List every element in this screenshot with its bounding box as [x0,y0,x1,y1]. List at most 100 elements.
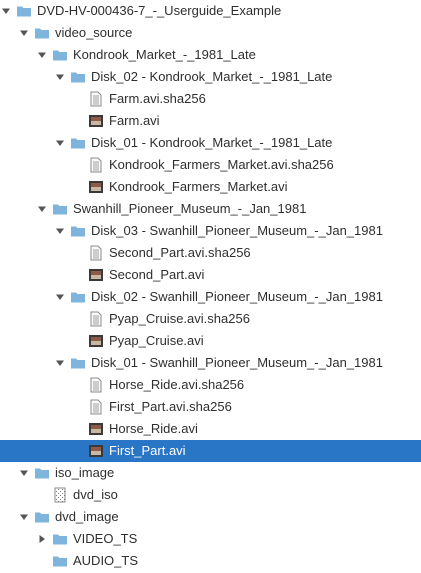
expander-arrow-down-icon[interactable] [54,66,66,88]
tree-item-label: DVD-HV-000436-7_-_Userguide_Example [37,3,282,18]
tree-item-label: Disk_02 - Kondrook_Market_-_1981_Late [91,69,333,84]
expander-arrow-down-icon[interactable] [54,220,66,242]
tree-file-row[interactable]: Second_Part.avi [0,264,421,286]
expander-arrow-right-icon[interactable] [36,528,48,550]
tree-folder-row[interactable]: Disk_02 - Kondrook_Market_-_1981_Late [0,66,421,88]
tree-folder-row[interactable]: Disk_01 - Kondrook_Market_-_1981_Late [0,132,421,154]
expander-arrow-down-icon[interactable] [36,44,48,66]
tree-item-label: Farm.avi [109,113,160,128]
disk-image-icon [54,487,66,503]
tree-file-row[interactable]: Horse_Ride.avi.sha256 [0,374,421,396]
tree-item-label: Horse_Ride.avi.sha256 [109,377,245,392]
tree-folder-row[interactable]: Swanhill_Pioneer_Museum_-_Jan_1981 [0,198,421,220]
text-file-icon [90,377,102,393]
tree-item-label: dvd_image [55,509,119,524]
folder-icon [17,6,31,17]
tree-file-row[interactable]: Horse_Ride.avi [0,418,421,440]
tree-file-row[interactable]: Kondrook_Farmers_Market.avi.sha256 [0,154,421,176]
tree-file-row[interactable]: Farm.avi [0,110,421,132]
expander-arrow-down-icon[interactable] [54,132,66,154]
tree-folder-row[interactable]: Kondrook_Market_-_1981_Late [0,44,421,66]
tree-file-row[interactable]: dvd_iso [0,484,421,506]
tree-item-label: Second_Part.avi.sha256 [109,245,251,260]
tree-item-label: Disk_03 - Swanhill_Pioneer_Museum_-_Jan_… [91,223,383,238]
text-file-icon [90,399,102,415]
folder-icon [71,358,85,369]
expander-arrow-down-icon[interactable] [54,286,66,308]
tree-file-row[interactable]: Second_Part.avi.sha256 [0,242,421,264]
tree-file-row[interactable]: Pyap_Cruise.avi [0,330,421,352]
tree-file-row[interactable]: First_Part.avi.sha256 [0,396,421,418]
expander-arrow-down-icon[interactable] [36,198,48,220]
tree-item-label: First_Part.avi [109,443,186,458]
expander-arrow-down-icon[interactable] [18,22,30,44]
video-file-icon [89,335,103,347]
tree-item-label: VIDEO_TS [73,531,138,546]
text-file-icon [90,157,102,173]
tree-file-row[interactable]: Farm.avi.sha256 [0,88,421,110]
tree-item-label: Kondrook_Market_-_1981_Late [73,47,256,62]
video-file-icon [89,115,103,127]
folder-icon [35,28,49,39]
tree-item-label: Swanhill_Pioneer_Museum_-_Jan_1981 [73,201,307,216]
folder-icon [71,138,85,149]
tree-folder-row[interactable]: dvd_image [0,506,421,528]
tree-item-label: Kondrook_Farmers_Market.avi [109,179,288,194]
tree-file-row[interactable]: Kondrook_Farmers_Market.avi [0,176,421,198]
tree-item-label: Disk_02 - Swanhill_Pioneer_Museum_-_Jan_… [91,289,383,304]
tree-item-label: Kondrook_Farmers_Market.avi.sha256 [109,157,334,172]
folder-icon [53,534,67,545]
expander-arrow-down-icon[interactable] [0,0,12,22]
tree-item-label: iso_image [55,465,115,480]
tree-folder-row[interactable]: Disk_02 - Swanhill_Pioneer_Museum_-_Jan_… [0,286,421,308]
expander-arrow-down-icon[interactable] [18,506,30,528]
tree-folder-row[interactable]: VIDEO_TS [0,528,421,550]
folder-icon [71,292,85,303]
tree-file-row[interactable]: First_Part.avi [0,440,421,462]
tree-folder-row[interactable]: AUDIO_TS [0,550,421,572]
tree-folder-row[interactable]: Disk_01 - Swanhill_Pioneer_Museum_-_Jan_… [0,352,421,374]
folder-icon [71,226,85,237]
tree-item-label: Second_Part.avi [109,267,205,282]
folder-icon [71,72,85,83]
tree-folder-row[interactable]: iso_image [0,462,421,484]
expander-arrow-down-icon[interactable] [54,352,66,374]
tree-file-row[interactable]: Pyap_Cruise.avi.sha256 [0,308,421,330]
video-file-icon [89,269,103,281]
file-tree: DVD-HV-000436-7_-_Userguide_Examplevideo… [0,0,421,573]
tree-folder-row[interactable]: Disk_03 - Swanhill_Pioneer_Museum_-_Jan_… [0,220,421,242]
tree-item-label: video_source [55,25,133,40]
tree-item-label: Disk_01 - Swanhill_Pioneer_Museum_-_Jan_… [91,355,383,370]
expander-arrow-down-icon[interactable] [18,462,30,484]
tree-item-label: dvd_iso [73,487,118,502]
tree-item-label: Disk_01 - Kondrook_Market_-_1981_Late [91,135,333,150]
tree-item-label: Horse_Ride.avi [109,421,198,436]
text-file-icon [90,91,102,107]
tree-item-label: Pyap_Cruise.avi [109,333,204,348]
video-file-icon [89,423,103,435]
tree-item-label: First_Part.avi.sha256 [109,399,232,414]
folder-icon [35,468,49,479]
folder-icon [53,50,67,61]
tree-folder-row[interactable]: video_source [0,22,421,44]
folder-icon [53,204,67,215]
folder-icon [53,556,67,567]
tree-item-label: Farm.avi.sha256 [109,91,206,106]
video-file-icon [89,445,103,457]
tree-folder-row[interactable]: DVD-HV-000436-7_-_Userguide_Example [0,0,421,22]
text-file-icon [90,245,102,261]
tree-item-label: Pyap_Cruise.avi.sha256 [109,311,250,326]
